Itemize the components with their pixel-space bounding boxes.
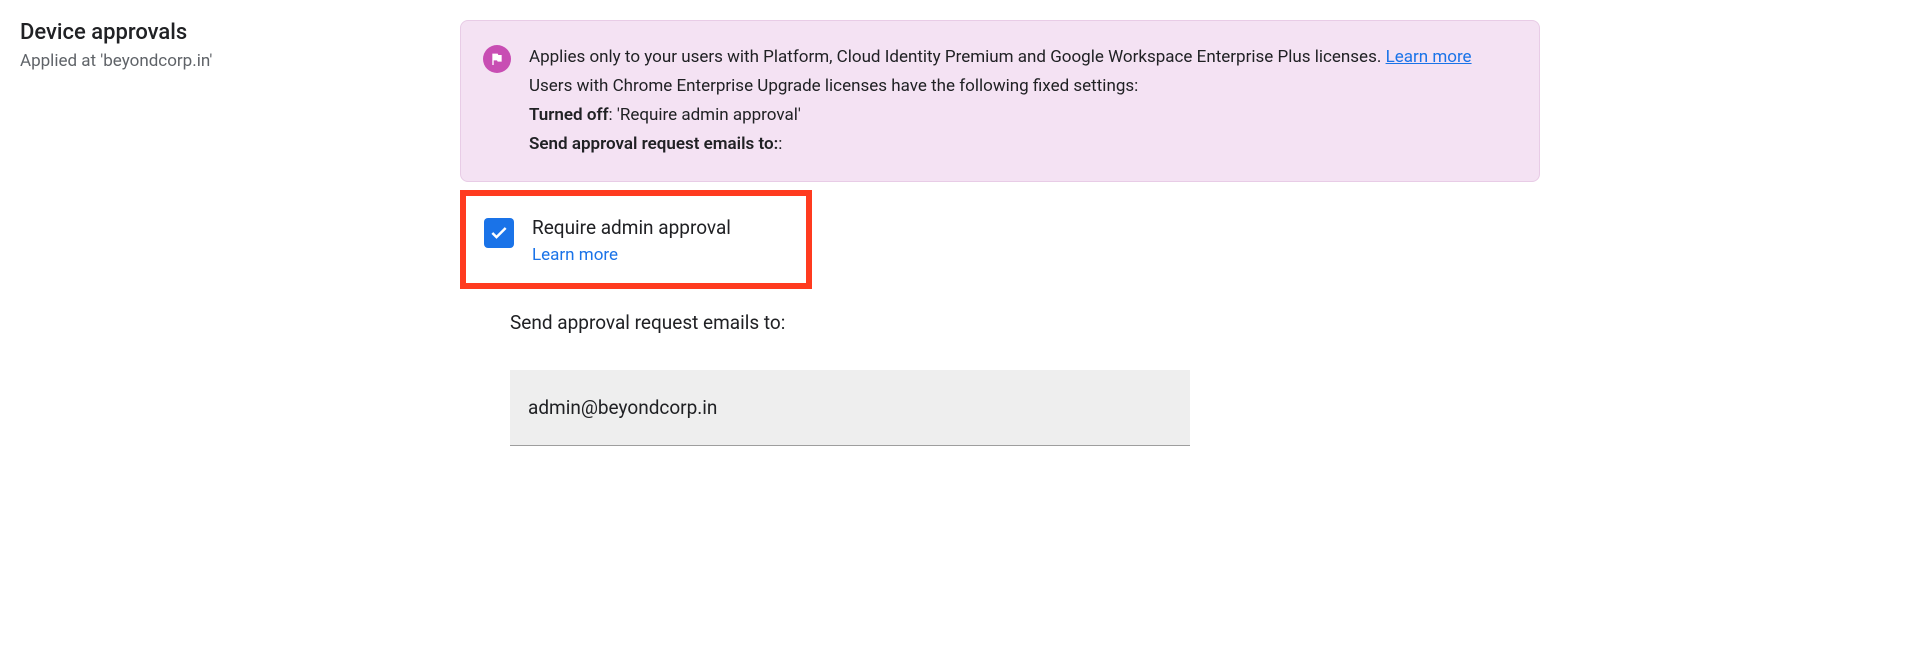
section-title: Device approvals <box>20 20 460 45</box>
info-line-1: Applies only to your users with Platform… <box>529 43 1472 72</box>
email-section: Send approval request emails to: <box>460 311 1540 446</box>
checkbox-label-group: Require admin approval Learn more <box>532 216 731 265</box>
require-admin-approval-row: Require admin approval Learn more <box>460 190 812 289</box>
info-learn-more-link[interactable]: Learn more <box>1386 47 1472 67</box>
approval-email-input[interactable] <box>510 370 1190 446</box>
info-line-1-text: Applies only to your users with Platform… <box>529 47 1386 67</box>
info-line-2: Users with Chrome Enterprise Upgrade lic… <box>529 72 1472 101</box>
email-label: Send approval request emails to: <box>510 311 1540 334</box>
right-column: Applies only to your users with Platform… <box>460 20 1540 446</box>
info-line-4: Send approval request emails to:: <box>529 130 1472 159</box>
send-emails-value: : <box>778 134 782 154</box>
info-banner: Applies only to your users with Platform… <box>460 20 1540 182</box>
turned-off-value: : 'Require admin approval' <box>609 105 801 125</box>
flag-icon <box>483 45 511 73</box>
setting-learn-more-link[interactable]: Learn more <box>532 245 731 265</box>
require-admin-approval-checkbox[interactable] <box>484 218 514 248</box>
info-text: Applies only to your users with Platform… <box>529 43 1472 159</box>
turned-off-label: Turned off <box>529 105 609 125</box>
left-column: Device approvals Applied at 'beyondcorp.… <box>20 20 460 446</box>
applied-at-text: Applied at 'beyondcorp.in' <box>20 51 460 71</box>
device-approvals-section: Device approvals Applied at 'beyondcorp.… <box>20 20 1910 446</box>
require-admin-approval-label: Require admin approval <box>532 216 731 239</box>
check-icon <box>489 223 509 243</box>
info-line-3: Turned off: 'Require admin approval' <box>529 101 1472 130</box>
send-emails-label: Send approval request emails to: <box>529 134 778 154</box>
